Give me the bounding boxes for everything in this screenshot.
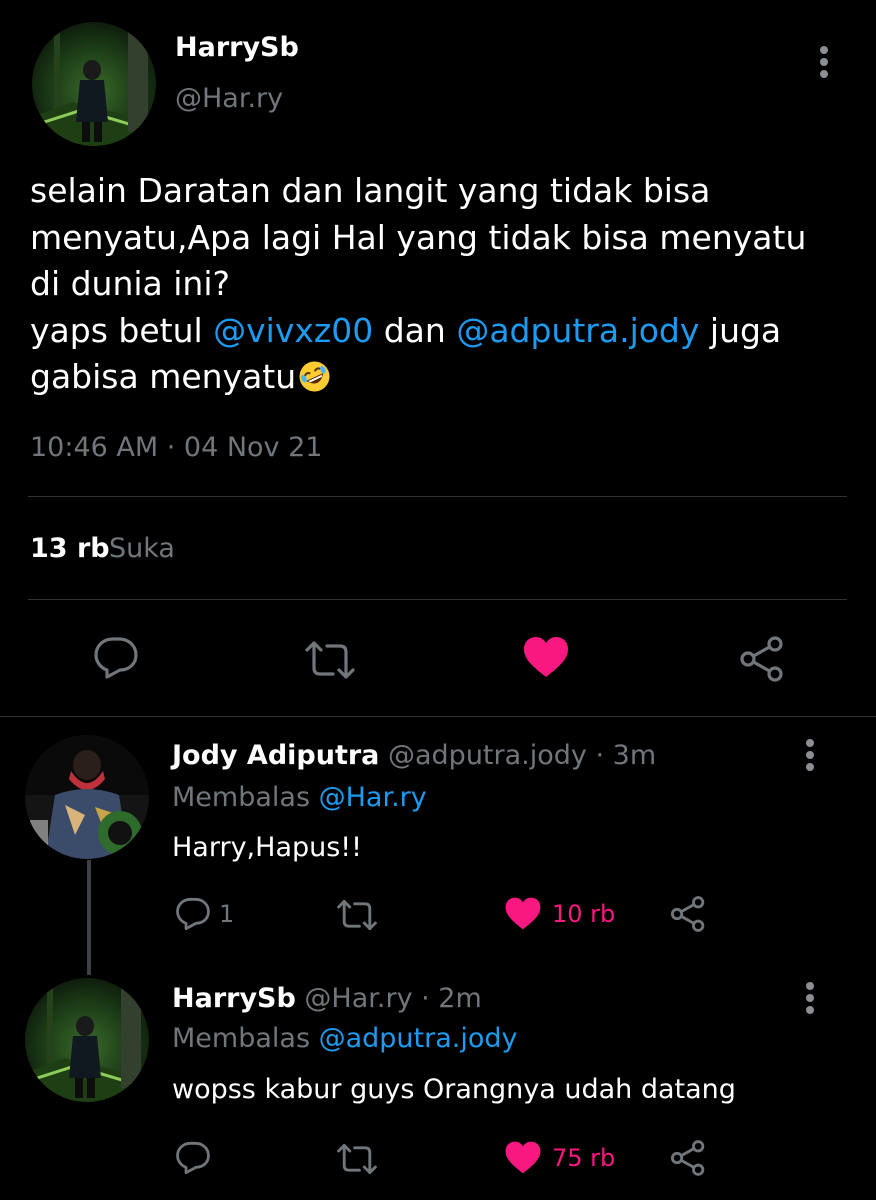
reply-text: Harry,Hapus!!: [172, 832, 362, 863]
tweet-text-fragment: juga: [699, 310, 782, 350]
like-count: 75 rb: [552, 1144, 616, 1172]
author-avatar[interactable]: [32, 22, 156, 146]
retweet-icon[interactable]: [335, 899, 379, 931]
reply-author-name[interactable]: HarrySb: [172, 983, 296, 1014]
replying-to-label: Membalas: [172, 1023, 319, 1054]
tweet-text-line: menyatu,Apa lagi Hal yang tidak bisa men…: [30, 217, 807, 257]
reply-text: wopss kabur guys Orangnya udah datang: [172, 1074, 736, 1105]
reply-count: 1: [219, 900, 235, 928]
likes-label[interactable]: Suka: [109, 533, 175, 564]
like-count: 10 rb: [552, 900, 616, 928]
reply-header: Jody Adiputra @adputra.jody · 3m: [172, 740, 656, 771]
reply-author-avatar[interactable]: [25, 978, 149, 1102]
mention-link[interactable]: @vivxz00: [213, 311, 373, 350]
retweet-icon[interactable]: [303, 640, 357, 680]
thread-line: [87, 860, 91, 975]
rolling-laughing-emoji: [298, 359, 331, 392]
reply-icon[interactable]: [175, 897, 211, 931]
author-name[interactable]: HarrySb: [175, 32, 299, 63]
replying-to-label: Membalas: [172, 782, 319, 813]
more-options-icon[interactable]: [818, 44, 830, 84]
mention-link[interactable]: @Har.ry: [319, 782, 427, 813]
more-options-icon[interactable]: [804, 737, 816, 777]
reply-author-name[interactable]: Jody Adiputra: [172, 740, 379, 771]
heart-icon[interactable]: [522, 635, 570, 679]
replying-to: Membalas @Har.ry: [172, 782, 427, 813]
more-options-icon[interactable]: [804, 980, 816, 1020]
share-icon[interactable]: [739, 636, 785, 682]
tweet-timestamp[interactable]: 10:46 AM · 04 Nov 21: [30, 432, 322, 463]
share-icon[interactable]: [670, 896, 706, 932]
reply-author-avatar[interactable]: [25, 735, 149, 859]
tweet-text-line: di dunia ini?: [30, 264, 231, 303]
divider: [28, 599, 847, 600]
reply-icon[interactable]: [93, 636, 139, 680]
tweet-text-line: selain Daratan dan langit yang tidak bis…: [30, 171, 711, 210]
likes-count[interactable]: 13 rb: [30, 533, 110, 564]
tweet-text-fragment: dan: [373, 310, 457, 350]
reply-header: HarrySb @Har.ry · 2m: [172, 983, 482, 1014]
author-handle[interactable]: @Har.ry: [175, 83, 283, 114]
reply-meta[interactable]: @adputra.jody · 3m: [388, 740, 656, 771]
reply-meta[interactable]: @Har.ry · 2m: [304, 983, 481, 1014]
tweet-text-line: gabisa menyatu: [30, 354, 850, 401]
heart-icon[interactable]: [504, 1140, 542, 1175]
share-icon[interactable]: [670, 1140, 706, 1176]
replying-to: Membalas @adputra.jody: [172, 1023, 517, 1054]
heart-icon[interactable]: [504, 896, 542, 931]
mention-link[interactable]: @adputra.jody: [319, 1023, 518, 1054]
tweet-text: selain Daratan dan langit yang tidak bis…: [30, 168, 850, 401]
divider: [28, 496, 847, 497]
tweet-text-fragment: yaps betul: [30, 310, 214, 350]
tweet-text-fragment: gabisa menyatu: [30, 357, 297, 396]
tweet-text-line: yaps betul @vivxz00 dan @adputra.jody ju…: [30, 308, 850, 355]
divider: [0, 716, 876, 717]
reply-icon[interactable]: [175, 1141, 211, 1175]
retweet-icon[interactable]: [335, 1143, 379, 1175]
mention-link[interactable]: @adputra.jody: [456, 311, 699, 350]
